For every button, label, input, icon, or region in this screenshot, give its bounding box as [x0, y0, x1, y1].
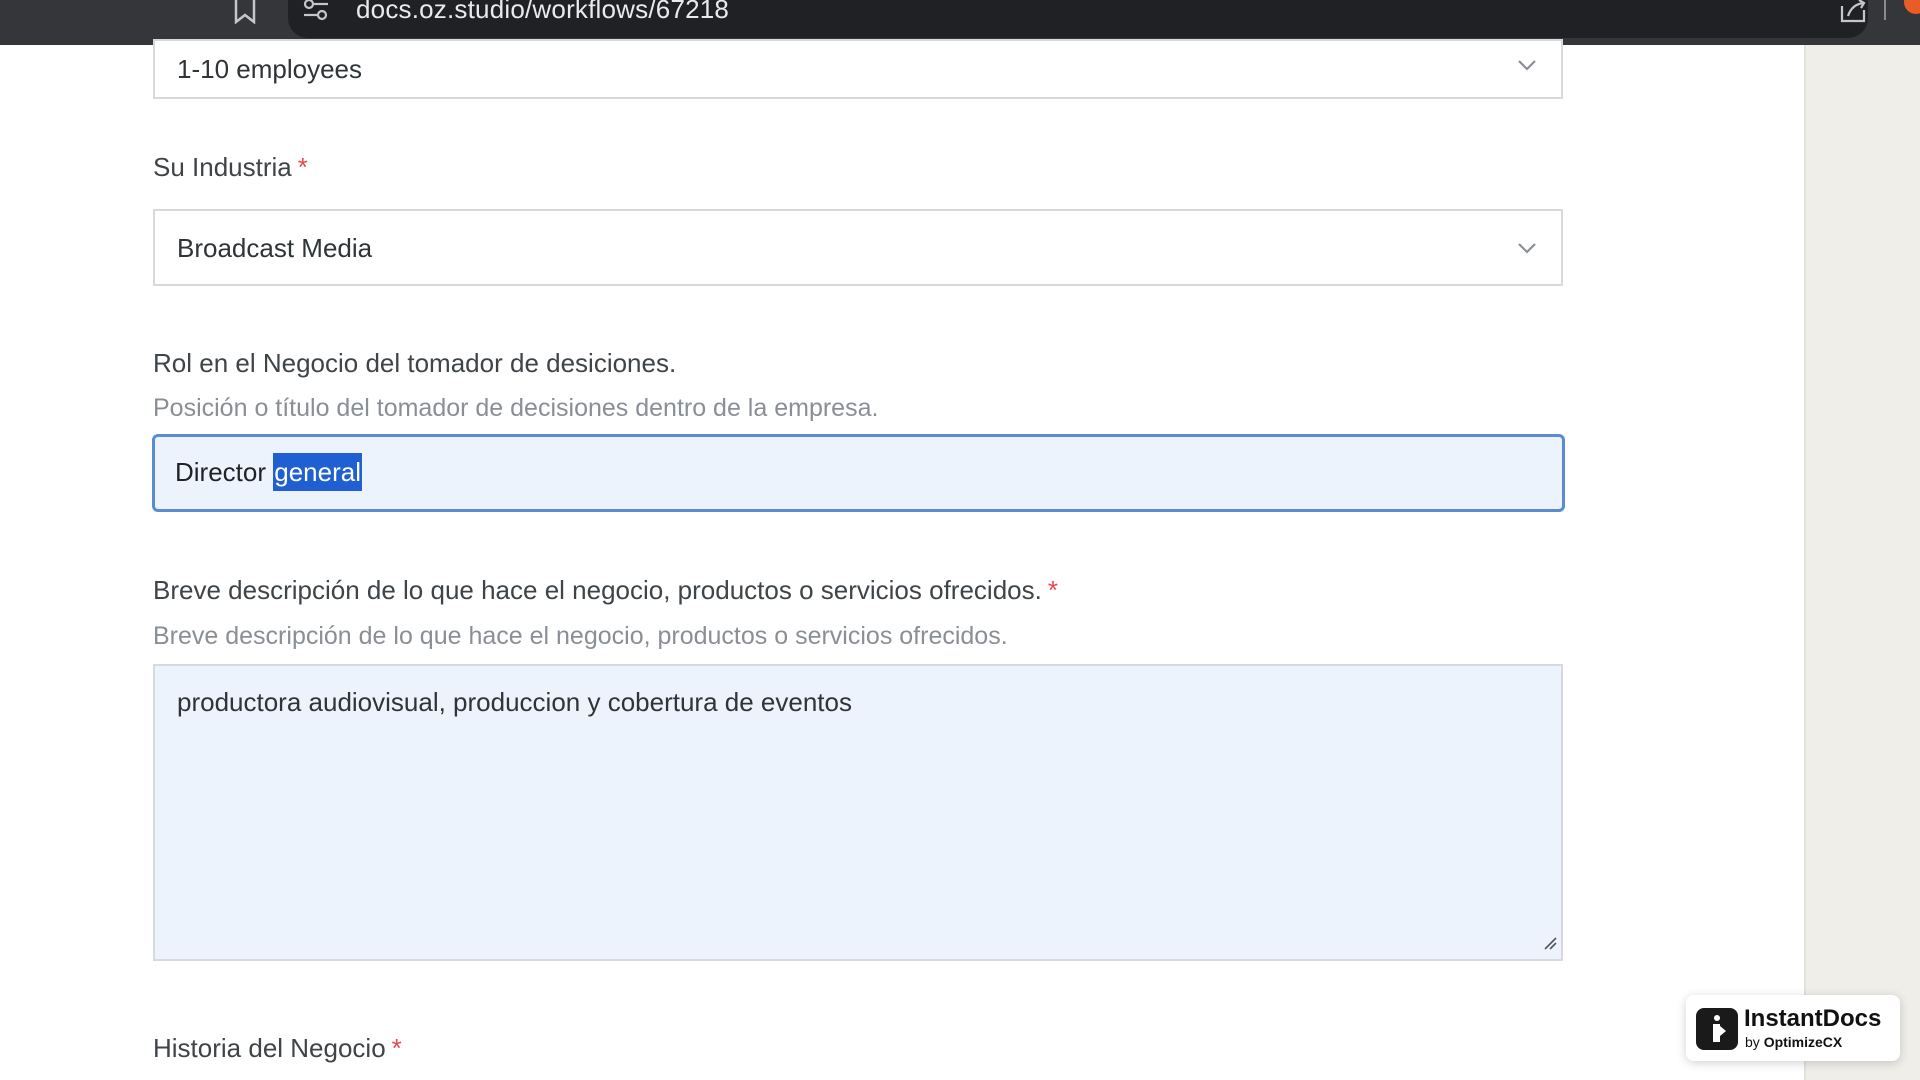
company-size-value: 1-10 employees	[177, 54, 362, 84]
required-mark: *	[391, 1033, 402, 1063]
instantdocs-logo-icon	[1696, 1008, 1738, 1050]
extension-icon[interactable]	[1904, 0, 1920, 14]
badge-byline: by OptimizeCX	[1745, 1034, 1843, 1050]
chevron-down-icon	[1517, 58, 1537, 77]
required-mark: *	[1047, 575, 1058, 605]
business-form: 1-10 employees Su Industria * Broadcast M…	[0, 39, 1804, 1080]
required-mark: *	[297, 152, 308, 182]
share-icon[interactable]	[1838, 0, 1868, 29]
role-input[interactable]: Director general	[152, 434, 1565, 512]
industry-label: Su Industria *	[153, 152, 308, 182]
description-textarea[interactable]: productora audiovisual, produccion y cob…	[153, 664, 1563, 961]
selected-text: general	[273, 453, 362, 491]
company-size-select[interactable]: 1-10 employees	[153, 39, 1563, 99]
resize-handle-icon[interactable]	[1543, 936, 1557, 955]
badge-title: InstantDocs	[1744, 1005, 1882, 1032]
bookmark-icon[interactable]	[230, 0, 260, 29]
industry-select[interactable]: Broadcast Media	[153, 209, 1563, 286]
instantdocs-badge[interactable]: InstantDocs by OptimizeCX	[1686, 995, 1900, 1061]
description-text: productora audiovisual, produccion y cob…	[177, 687, 852, 717]
description-help-text: Breve descripción de lo que hace el nego…	[153, 622, 1008, 650]
description-label: Breve descripción de lo que hace el nego…	[153, 575, 1058, 605]
toolbar-divider	[1884, 0, 1886, 20]
role-input-text: Director general	[175, 453, 362, 491]
industry-value: Broadcast Media	[177, 233, 373, 263]
role-label: Rol en el Negocio del tomador de desicio…	[153, 348, 677, 378]
role-help-text: Posición o título del tomador de decisio…	[153, 394, 879, 422]
chevron-down-icon	[1517, 241, 1537, 260]
site-settings-icon[interactable]	[302, 0, 330, 27]
history-label: Historia del Negocio *	[153, 1033, 402, 1063]
url-text[interactable]: docs.oz.studio/workflows/67218	[356, 0, 729, 25]
side-panel	[1804, 45, 1920, 1080]
